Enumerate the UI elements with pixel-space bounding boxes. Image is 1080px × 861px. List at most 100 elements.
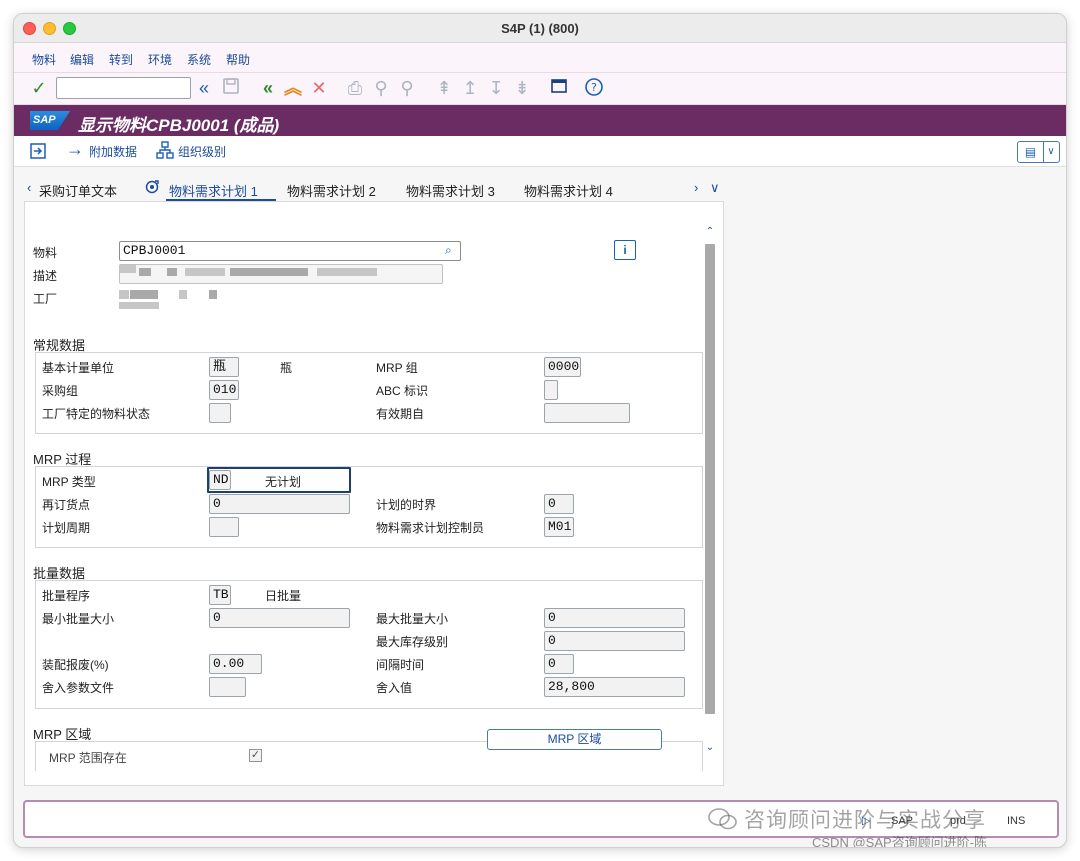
rounding-value-field[interactable]: 28,800 [544,677,685,697]
menu-bar: 物料 编辑 转到 环境 系统 帮助 [14,43,1066,73]
material-field[interactable]: CPBJ0001 [119,241,461,261]
watermark-text: 咨询顾问进阶与实战分享 [744,809,986,832]
last-page-icon[interactable]: ⇟ [511,77,533,99]
valid-from-field[interactable] [544,403,630,423]
abc-indicator-label: ABC 标识 [376,384,429,398]
valid-from-label: 有效期自 [376,407,425,421]
info-icon[interactable]: i [614,240,636,260]
print-icon[interactable]: ⎙ [344,77,366,99]
mrp-controller-field[interactable]: M01 [544,517,574,537]
tab-mrp-1[interactable]: 物料需求计划 1 [169,181,258,200]
material-label: 物料 [33,246,58,260]
rounding-value-label: 舍入值 [376,681,413,695]
standard-toolbar: ✓ « « ︽ ✕ ⎙ ⚲ ⚲ ⇞ ↥ ↧ ⇟ ? [14,73,1066,105]
plant-label: 工厂 [33,292,58,306]
new-session-icon[interactable] [548,77,570,99]
tab-mrp-4[interactable]: 物料需求计划 4 [524,181,613,200]
scroll-thumb[interactable] [705,244,715,714]
general-data-group: 基本计量单位 瓶 瓶 MRP 组 0000 采购组 010 ABC 标识 工厂特… [35,352,703,434]
watermark-credit: CSDN @SAP咨询顾问进阶-陈 [812,835,987,848]
title-bar: S4P (1) (800) [14,14,1066,43]
window-title: S4P (1) (800) [501,21,579,36]
find-next-icon[interactable]: ⚲ [396,77,418,99]
tab-scroll-left-icon[interactable]: ‹ [27,180,31,195]
lot-procedure-text: 日批量 [265,589,302,603]
tab-list-chevron-icon[interactable]: ∨ [710,180,720,196]
lot-size-group: 批量程序 TB 日批量 最小批量大小 0 最大批量大小 0 最大库存级别 0 装… [35,580,703,709]
planning-cycle-label: 计划周期 [42,521,91,535]
rounding-profile-field[interactable] [209,677,246,697]
redacted-text [119,302,159,309]
mrp-type-field[interactable]: ND [209,470,231,490]
back-icon[interactable]: « [257,77,279,99]
planning-time-fence-field[interactable]: 0 [544,494,574,514]
save-icon[interactable] [220,77,242,99]
base-uom-field[interactable]: 瓶 [209,357,239,377]
description-label: 描述 [33,269,58,283]
tab-mrp-icon [145,179,160,197]
reorder-point-field[interactable]: 0 [209,494,350,514]
planning-cycle-field[interactable] [209,517,239,537]
menu-help[interactable]: 帮助 [226,51,250,68]
reorder-point-label: 再订货点 [42,498,91,512]
additional-data-button[interactable]: 附加数据 [89,143,137,160]
next-page-icon[interactable]: ↧ [485,77,507,99]
help-icon[interactable]: ? [583,77,605,99]
menu-system[interactable]: 系统 [187,51,211,68]
base-uom-text: 瓶 [280,361,293,375]
plant-status-field[interactable] [209,403,231,423]
redacted-text [119,290,129,299]
mrp-area-exists-label: MRP 范围存在 [49,751,127,765]
mrp-type-text: 无计划 [265,475,302,489]
takt-time-field[interactable]: 0 [544,654,574,674]
plant-status-label: 工厂特定的物料状态 [42,407,151,421]
max-lot-size-label: 最大批量大小 [376,612,449,626]
mrp-controller-label: 物料需求计划控制员 [376,521,485,535]
tab-mrp-3[interactable]: 物料需求计划 3 [406,181,495,200]
menu-goto[interactable]: 转到 [109,51,133,68]
tab-strip: ‹ 采购订单文本 物料需求计划 1 物料需求计划 2 物料需求计划 3 物料需求… [24,167,724,201]
arrow-right-icon[interactable]: → [66,139,84,160]
tab-po-text[interactable]: 采购订单文本 [39,181,117,200]
vertical-scrollbar[interactable]: ⌃ ⌄ [705,226,715,772]
command-field[interactable] [56,77,191,99]
abc-indicator-field[interactable] [544,380,558,400]
first-page-icon[interactable]: ⇞ [433,77,455,99]
menu-edit[interactable]: 编辑 [70,51,94,68]
menu-environment[interactable]: 环境 [148,51,172,68]
tab-scroll-right-icon[interactable]: › [694,180,698,195]
cancel-icon[interactable]: ✕ [308,77,330,99]
max-stock-level-field[interactable]: 0 [544,631,685,651]
max-lot-size-field[interactable]: 0 [544,608,685,628]
mrp-group-field[interactable]: 0000 [544,357,581,377]
switch-view-icon[interactable] [28,141,48,166]
tab-mrp-2[interactable]: 物料需求计划 2 [287,181,376,200]
exit-icon[interactable]: ︽ [282,77,304,99]
purchasing-group-label: 采购组 [42,384,79,398]
assembly-scrap-field[interactable]: 0.00 [209,654,262,674]
previous-page-icon[interactable]: ↥ [459,77,481,99]
purchasing-group-field[interactable]: 010 [209,380,239,400]
search-help-icon[interactable]: ⌕ [445,243,452,258]
status-mode: INS [1007,815,1026,827]
mrp-area-button[interactable]: MRP 区域 [487,729,662,750]
lot-procedure-field[interactable]: TB [209,585,231,605]
menu-material[interactable]: 物料 [32,51,56,68]
checkmark-icon[interactable]: ✓ [28,77,50,99]
org-structure-icon[interactable] [156,141,174,164]
redacted-text [179,290,187,299]
screen-title: 显示物料CPBJ0001 (成品) [78,116,280,135]
min-lot-size-label: 最小批量大小 [42,612,115,626]
scroll-down-icon[interactable]: ⌄ [705,742,715,753]
redacted-text [139,268,151,276]
layout-menu-button[interactable]: ▤ ∨ [1017,141,1060,163]
double-chevron-left-icon[interactable]: « [193,77,215,99]
planning-time-fence-label: 计划的时界 [376,498,437,512]
find-icon[interactable]: ⚲ [370,77,392,99]
sap-window: S4P (1) (800) 物料 编辑 转到 环境 系统 帮助 ✓ « « ︽ … [13,13,1067,848]
mrp-area-exists-checkbox[interactable]: ✓ [249,749,262,762]
min-lot-size-field[interactable]: 0 [209,608,350,628]
assembly-scrap-label: 装配报废(%) [42,658,109,672]
scroll-up-icon[interactable]: ⌃ [705,226,715,237]
org-levels-button[interactable]: 组织级别 [178,143,226,160]
